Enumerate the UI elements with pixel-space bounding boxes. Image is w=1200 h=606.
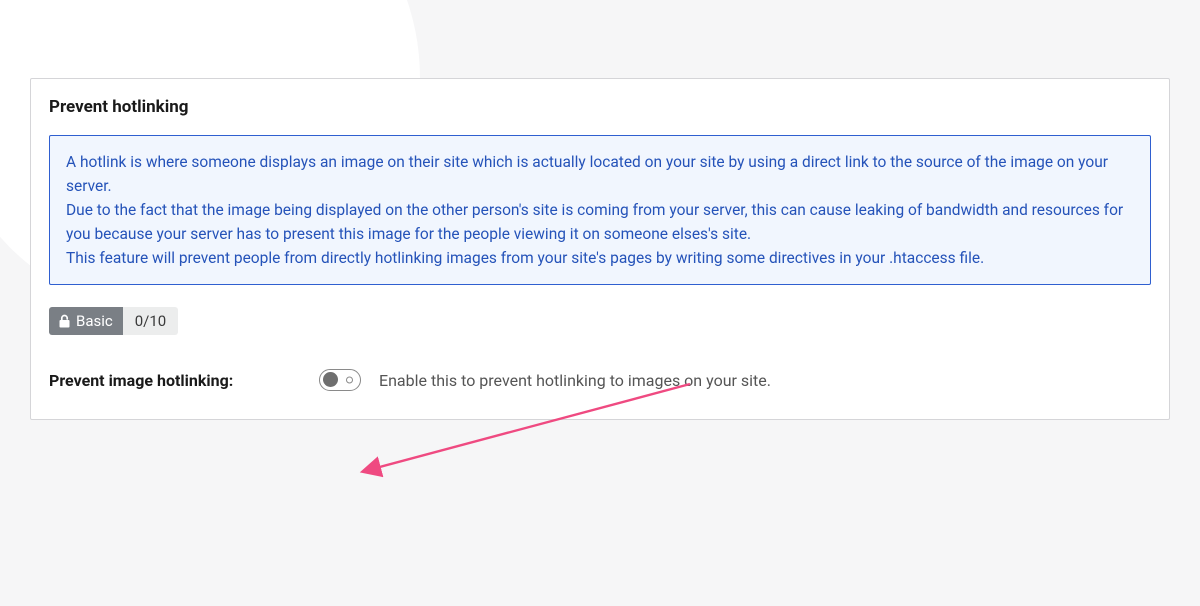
- toggle-knob: [323, 372, 338, 387]
- prevent-hotlinking-card: Prevent hotlinking A hotlink is where so…: [30, 78, 1170, 420]
- badge-level-text: Basic: [76, 312, 113, 330]
- security-level-badge: Basic 0/10: [49, 307, 178, 335]
- info-message: A hotlink is where someone displays an i…: [49, 135, 1151, 285]
- setting-label: Prevent image hotlinking:: [49, 371, 319, 390]
- info-paragraph-3: This feature will prevent people from di…: [66, 246, 1134, 270]
- card-title: Prevent hotlinking: [49, 97, 1151, 117]
- toggle-off-indicator: [346, 377, 353, 384]
- badge-score: 0/10: [123, 307, 178, 335]
- info-paragraph-1: A hotlink is where someone displays an i…: [66, 150, 1134, 198]
- setting-description: Enable this to prevent hotlinking to ima…: [379, 371, 771, 390]
- prevent-image-hotlinking-row: Prevent image hotlinking: Enable this to…: [49, 369, 1151, 391]
- prevent-hotlinking-toggle[interactable]: [319, 369, 361, 391]
- lock-icon: [58, 314, 71, 328]
- info-paragraph-2: Due to the fact that the image being dis…: [66, 198, 1134, 246]
- badge-level: Basic: [49, 307, 123, 335]
